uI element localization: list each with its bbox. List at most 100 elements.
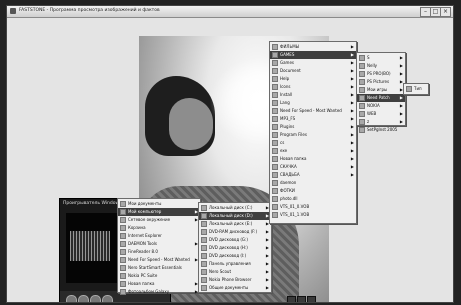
menu-item[interactable]: MP3_FS ▶: [270, 115, 356, 123]
menu-item[interactable]: NOKIA ▶: [357, 102, 405, 110]
menu-item[interactable]: DVD дисковод (H:) ▶: [199, 244, 271, 252]
prev-icon[interactable]: [66, 295, 77, 302]
menu-item-label: СВАДЬБА: [280, 172, 300, 177]
menu-item[interactable]: cs ▶: [270, 139, 356, 147]
close-button[interactable]: ×: [440, 7, 451, 17]
submenu-arrow-icon: ▶: [350, 132, 354, 137]
menu-item-label: WEB: [367, 111, 377, 116]
menu-item[interactable]: GAMES ▶: [270, 51, 356, 59]
menu-item[interactable]: exe ▶: [270, 147, 356, 155]
menu-item[interactable]: WEB ▶: [357, 110, 405, 118]
menu-item[interactable]: PS Pictures ▶: [357, 78, 405, 86]
submenu-arrow-icon: ▶: [265, 261, 269, 266]
menu-item[interactable]: Icons ▶: [270, 83, 356, 91]
play-icon[interactable]: [78, 295, 89, 302]
menu-item[interactable]: Need For Speed - Most Wanted ▶: [270, 107, 356, 115]
menu-item[interactable]: Install ▶: [270, 91, 356, 99]
menu-item[interactable]: Мой компьютер ▶: [118, 208, 200, 216]
menu-item[interactable]: Need For Speed - Most Wanted ▶: [118, 256, 200, 264]
menu-item[interactable]: Internet Explorer: [118, 232, 200, 240]
menu-item[interactable]: Nokia PC Suite: [118, 272, 200, 280]
menu-item[interactable]: Nelly ▶: [357, 62, 405, 70]
menu-item-label: Локальный диск (C:): [209, 205, 253, 210]
menu-item[interactable]: Nokia Phone Browser ▶: [199, 276, 271, 284]
menu-item[interactable]: Общие документы ▶: [199, 284, 271, 292]
menu-item[interactable]: S ▶: [357, 54, 405, 62]
menu-item[interactable]: DVD дисковод (I:) ▶: [199, 252, 271, 260]
menu-item[interactable]: Games ▶: [270, 59, 356, 67]
folder-icon: [201, 237, 207, 243]
submenu-arrow-icon: ▶: [350, 84, 354, 89]
menu-item-label: Корзина: [128, 225, 146, 230]
start-menu: Мои документы Мой компьютер ▶ Сетевое окруж…: [117, 198, 201, 296]
menu-item-label: z: [367, 119, 370, 124]
menu-item[interactable]: Мои игры ▶: [357, 86, 405, 94]
menu-item[interactable]: SetPgInst 2005: [357, 126, 405, 134]
menu-item[interactable]: Nero StartSmart Essentials: [118, 264, 200, 272]
folder-icon: [272, 172, 278, 178]
folder-icon: [272, 132, 278, 138]
menu-item[interactable]: FineReader 8.0: [118, 248, 200, 256]
submenu-arrow-icon: ▶: [399, 55, 403, 60]
menu-item[interactable]: DVD-RAM дисковод (F:) ▶: [199, 228, 271, 236]
menu-item[interactable]: Локальный диск (C:) ▶: [199, 204, 271, 212]
menu-item[interactable]: СКАЧКА ▶: [270, 163, 356, 171]
menu-item[interactable]: photo.dll: [270, 195, 356, 203]
folder-icon: [272, 92, 278, 98]
menu-item[interactable]: PS PRO(ВО) ▶: [357, 70, 405, 78]
toolbar-button-3[interactable]: [307, 296, 316, 302]
menu-item[interactable]: Фотоальбом Galaxy ▶: [118, 288, 200, 296]
menu-item[interactable]: Plugins ▶: [270, 123, 356, 131]
folder-icon: [406, 86, 412, 92]
menu-item[interactable]: VTS_01_1.VOB: [270, 211, 356, 219]
submenu-arrow-icon: ▶: [265, 285, 269, 290]
menu-item[interactable]: Nero Scout ▶: [199, 268, 271, 276]
menu-item[interactable]: Need Patch ▶: [357, 94, 405, 102]
menu-item[interactable]: daemon: [270, 179, 356, 187]
menu-item-label: cs: [280, 140, 285, 145]
folder-icon: [120, 225, 126, 231]
app-icon: [10, 8, 16, 14]
menu-item[interactable]: Сетевое окружение ▶: [118, 216, 200, 224]
menu-item[interactable]: СВАДЬБА ▶: [270, 171, 356, 179]
submenu-arrow-icon: ▶: [265, 245, 269, 250]
folder-icon: [272, 156, 278, 162]
menu-item[interactable]: DAEMON Tools ▶: [118, 240, 200, 248]
menu-item[interactable]: Program Files ▶: [270, 131, 356, 139]
menu-item[interactable]: VTS_01_0.VOB: [270, 203, 356, 211]
folder-icon: [272, 52, 278, 58]
stop-icon[interactable]: [90, 295, 101, 302]
folder-icon: [359, 71, 365, 77]
submenu-arrow-icon: ▶: [265, 253, 269, 258]
folder-icon: [120, 265, 126, 271]
submenu-arrow-icon: ▶: [350, 116, 354, 121]
toolbar-button-1[interactable]: [287, 296, 296, 302]
menu-item[interactable]: Тип: [404, 85, 428, 93]
menu-item[interactable]: Новая папка ▶: [118, 280, 200, 288]
menu-item[interactable]: Document ▶: [270, 67, 356, 75]
menu-item[interactable]: Корзина: [118, 224, 200, 232]
title-bar[interactable]: FASTSTONE - Программа просмотра изображе…: [7, 6, 453, 18]
folder-icon: [120, 257, 126, 263]
menu-item-label: DVD дисковод (G:): [209, 237, 248, 242]
menu-item[interactable]: Новая папка ▶: [270, 155, 356, 163]
menu-item[interactable]: z ▶: [357, 118, 405, 126]
menu-item[interactable]: Локальный диск (D:) ▶: [199, 212, 271, 220]
menu-item[interactable]: Панель управления ▶: [199, 260, 271, 268]
menu-item-label: Мои документы: [128, 201, 162, 206]
menu-item-label: Сетевое окружение: [128, 217, 171, 222]
games-menu: S ▶ Nelly ▶ PS PRO(ВО) ▶ PS Pictures ▶ Мои игры ▶…: [356, 52, 406, 133]
viewer-toolbar: [287, 296, 337, 302]
submenu-arrow-icon: ▶: [399, 63, 403, 68]
menu-item[interactable]: Мои документы: [118, 200, 200, 208]
menu-item[interactable]: Help ▶: [270, 75, 356, 83]
folder-icon: [359, 87, 365, 93]
menu-item[interactable]: Локальный диск (E:) ▶: [199, 220, 271, 228]
menu-item[interactable]: DVD дисковод (G:) ▶: [199, 236, 271, 244]
menu-item[interactable]: ФОТКИ: [270, 187, 356, 195]
menu-item[interactable]: Lang ▶: [270, 99, 356, 107]
toolbar-button-2[interactable]: [297, 296, 306, 302]
nfs-menu: Тип: [403, 83, 429, 95]
menu-item[interactable]: ФИЛЬМЫ ▶: [270, 43, 356, 51]
next-icon[interactable]: [102, 295, 113, 302]
